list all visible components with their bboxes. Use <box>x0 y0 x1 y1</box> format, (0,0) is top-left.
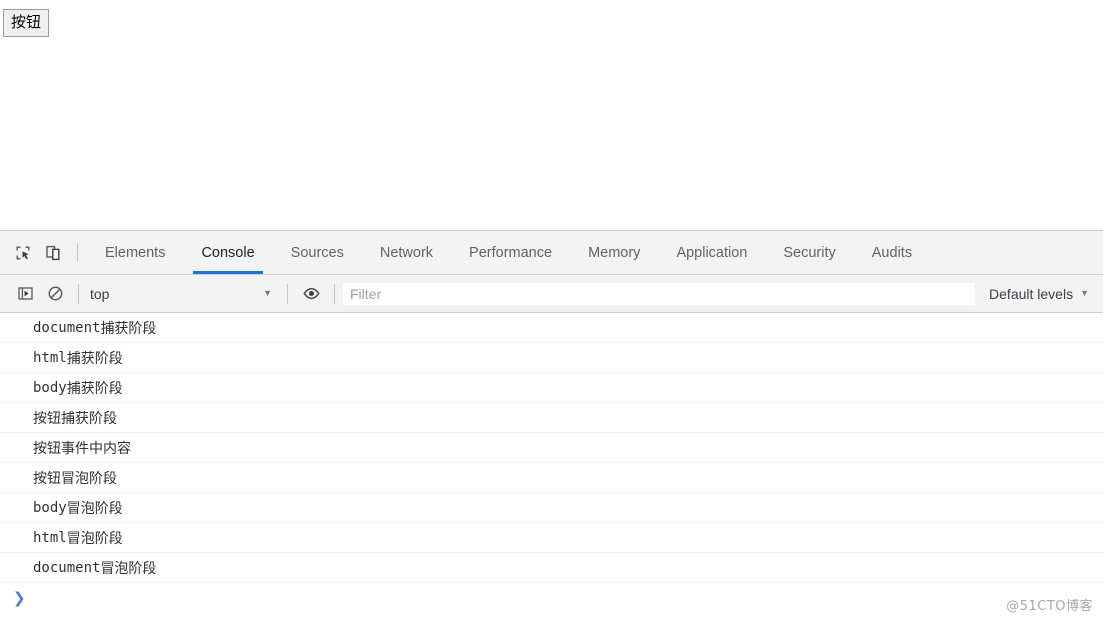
console-levels-label: Default levels <box>989 285 1074 302</box>
page-button[interactable]: 按钮 <box>3 9 50 37</box>
eye-icon[interactable] <box>296 281 326 307</box>
console-toolbar-divider <box>334 283 335 304</box>
tab-console[interactable]: Console <box>183 231 272 274</box>
console-sidebar-icon[interactable] <box>10 281 40 307</box>
console-message-row: document 冒泡阶段 <box>0 553 1103 583</box>
console-message-list[interactable]: document 捕获阶段 html 捕获阶段 body 捕获阶段 按钮捕获阶段 按钮… <box>0 313 1103 620</box>
tab-elements[interactable]: Elements <box>87 231 183 274</box>
page-viewport: 按钮 <box>0 0 1103 230</box>
console-context-select[interactable]: top ▼ <box>87 282 279 306</box>
console-message-cjk: 按钮事件中内容 <box>33 440 131 457</box>
tab-label: Sources <box>290 244 344 261</box>
console-message-mono: body <box>33 379 67 396</box>
console-message-cjk: 捕获阶段 <box>66 350 123 367</box>
console-toolbar: top ▼ Default levels ▼ <box>0 275 1103 313</box>
tab-label: Network <box>379 244 434 261</box>
tab-label: Elements <box>105 244 166 261</box>
console-levels-select[interactable]: Default levels ▼ <box>985 286 1103 302</box>
devtools-tabbar: Elements Console Sources Network Perform… <box>0 231 1103 275</box>
tab-sources[interactable]: Sources <box>273 231 362 274</box>
console-message-mono: document <box>33 559 101 576</box>
console-message-cjk: 捕获阶段 <box>100 320 157 337</box>
console-context-value: top <box>90 285 110 302</box>
tab-memory[interactable]: Memory <box>570 231 658 274</box>
console-message-mono: html <box>33 349 67 366</box>
tab-performance[interactable]: Performance <box>451 231 570 274</box>
console-toolbar-divider <box>78 283 79 304</box>
tab-label: Audits <box>871 244 913 261</box>
prompt-chevron-icon: ❯ <box>13 588 26 607</box>
console-message-cjk: 按钮冒泡阶段 <box>33 470 117 487</box>
console-prompt-row[interactable]: ❯ <box>0 583 1103 613</box>
console-message-mono: body <box>33 499 67 516</box>
console-message-mono: document <box>33 319 101 336</box>
tab-label: Console <box>201 244 255 261</box>
tab-security[interactable]: Security <box>765 231 853 274</box>
console-message-row: 按钮捕获阶段 <box>0 403 1103 433</box>
console-toolbar-divider <box>287 283 288 304</box>
toolbar-divider <box>77 243 78 262</box>
console-message-cjk: 冒泡阶段 <box>66 530 123 547</box>
console-message-row: html 冒泡阶段 <box>0 523 1103 553</box>
console-message-row: html 捕获阶段 <box>0 343 1103 373</box>
console-message-cjk: 按钮捕获阶段 <box>33 410 117 427</box>
console-message-cjk: 捕获阶段 <box>66 380 123 397</box>
console-filter-input[interactable] <box>343 282 976 305</box>
tab-network[interactable]: Network <box>362 231 451 274</box>
tab-application[interactable]: Application <box>658 231 765 274</box>
console-message-cjk: 冒泡阶段 <box>100 560 157 577</box>
chevron-down-icon: ▼ <box>1080 288 1089 298</box>
console-message-mono: html <box>33 529 67 546</box>
clear-console-icon[interactable] <box>40 281 70 307</box>
console-message-row: body 冒泡阶段 <box>0 493 1103 523</box>
console-message-row: document 捕获阶段 <box>0 313 1103 343</box>
watermark: @51CTO博客 <box>1006 599 1093 614</box>
console-message-row: 按钮冒泡阶段 <box>0 463 1103 493</box>
tab-label: Performance <box>469 244 553 261</box>
console-message-row: 按钮事件中内容 <box>0 433 1103 463</box>
inspect-element-icon[interactable] <box>8 231 38 274</box>
tab-label: Application <box>676 244 748 261</box>
console-message-row: body 捕获阶段 <box>0 373 1103 403</box>
devtools-panel: Elements Console Sources Network Perform… <box>0 230 1103 620</box>
tab-label: Security <box>783 244 836 261</box>
chevron-down-icon: ▼ <box>263 288 272 298</box>
tab-label: Memory <box>588 244 641 261</box>
tab-audits[interactable]: Audits <box>854 231 930 274</box>
console-message-cjk: 冒泡阶段 <box>66 500 123 517</box>
device-toolbar-icon[interactable] <box>38 231 68 274</box>
